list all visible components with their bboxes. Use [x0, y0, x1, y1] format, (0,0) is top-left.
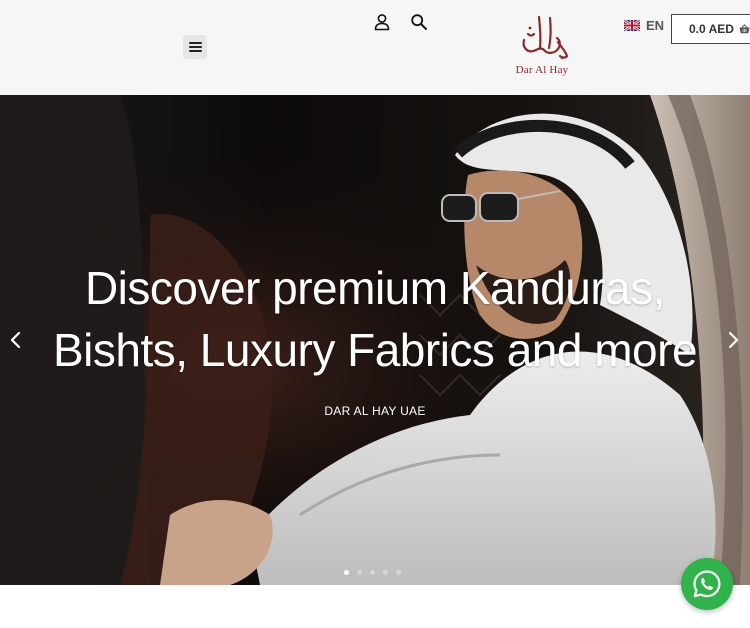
menu-bar — [188, 50, 202, 52]
hero-title-line-1: Discover premium Kanduras, — [84, 262, 666, 314]
slider-dot[interactable] — [396, 570, 401, 575]
hamburger-menu-button[interactable] — [183, 35, 207, 59]
language-switcher[interactable]: EN — [624, 17, 664, 33]
hero-subtitle: DAR AL HAY UAE — [324, 404, 426, 418]
slider-dot[interactable] — [344, 570, 349, 575]
slider-dot[interactable] — [357, 570, 362, 575]
slider-dot[interactable] — [370, 570, 375, 575]
site-header: Dar Al Hay EN 0.0 AED — [0, 0, 750, 95]
hero-slider: Discover premium Kanduras, Bishts, Luxur… — [0, 95, 750, 585]
menu-bar — [188, 42, 202, 44]
slider-dot[interactable] — [383, 570, 388, 575]
site-logo[interactable]: Dar Al Hay — [510, 14, 574, 82]
uk-flag-icon — [624, 19, 640, 31]
menu-bar — [188, 46, 202, 48]
chevron-right-icon[interactable] — [723, 329, 743, 351]
slider-pagination — [344, 570, 401, 575]
hero-title: Discover premium Kanduras, Bishts, Luxur… — [0, 257, 750, 381]
arabic-logo-mark — [522, 15, 569, 60]
language-label: EN — [646, 17, 665, 33]
chevron-left-icon[interactable] — [6, 329, 26, 351]
cart-amount: 0.0 AED — [689, 22, 734, 36]
search-icon[interactable] — [410, 13, 428, 31]
hero-title-line-2: Bishts, Luxury Fabrics and more — [52, 324, 698, 376]
whatsapp-icon — [693, 570, 721, 598]
cart-button[interactable]: 0.0 AED — [671, 14, 750, 44]
basket-icon — [739, 24, 750, 34]
logo-text: Dar Al Hay — [515, 64, 569, 76]
whatsapp-button[interactable] — [681, 558, 733, 610]
user-icon[interactable] — [373, 13, 391, 31]
